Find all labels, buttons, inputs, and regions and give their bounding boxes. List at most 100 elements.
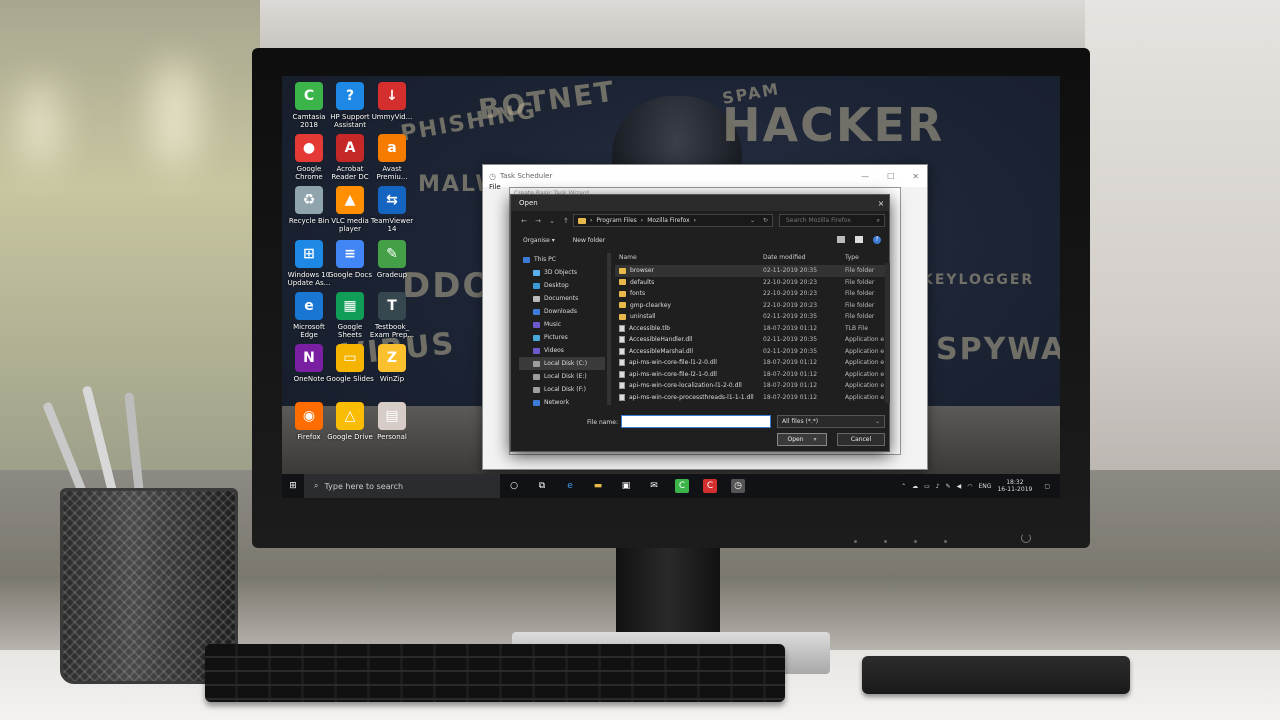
table-row[interactable]: api-ms-win-core-processthreads-l1-1-1.dl… <box>615 392 885 404</box>
cortana-icon[interactable]: ○ <box>507 479 521 493</box>
clock[interactable]: 18:32 16-11-2019 <box>997 479 1032 493</box>
network-icon[interactable]: ◠ <box>967 483 972 490</box>
tree-item[interactable]: Videos <box>519 344 605 357</box>
desktop-icon[interactable]: a Avast Premiu... <box>367 134 417 181</box>
open-file-dialog[interactable]: Open × ← → ⌄ ↑ › Program Files › Mozilla… <box>510 194 890 452</box>
table-row[interactable]: AccessibleMarshal.dll 02-11-2019 20:35 App… <box>615 346 885 358</box>
mail-icon[interactable]: ✉ <box>647 479 661 493</box>
close-icon[interactable]: ✕ <box>912 172 919 181</box>
chevron-down-icon[interactable]: ⌄ <box>545 217 559 225</box>
preview-pane-icon[interactable] <box>855 236 863 243</box>
open-dropdown-icon[interactable]: ▾ <box>814 436 817 443</box>
back-arrow-icon[interactable]: ← <box>517 217 531 225</box>
windows-start-icon[interactable]: ⊞ <box>282 474 304 498</box>
file-name: api-ms-win-core-localization-l1-2-0.dll <box>629 382 742 390</box>
close-icon[interactable]: × <box>873 199 889 208</box>
tree-item[interactable]: Downloads <box>519 305 605 318</box>
tree-item[interactable]: This PC <box>519 253 605 266</box>
table-row[interactable]: api-ms-win-core-file-l2-1-0.dll 18-07-201… <box>615 369 885 381</box>
volume-icon[interactable]: ◀ <box>957 483 962 490</box>
file-name-input[interactable] <box>621 415 771 428</box>
table-row[interactable]: api-ms-win-core-localization-l1-2-0.dll 1… <box>615 380 885 392</box>
task-scheduler-title: Task Scheduler <box>499 172 553 180</box>
tree-item[interactable]: Documents <box>519 292 605 305</box>
desktop-icon[interactable]: T Testbook_ Exam Prep... <box>367 292 417 339</box>
tree-item[interactable]: Local Disk (E:) <box>519 370 605 383</box>
microphone-icon[interactable]: ♪ <box>936 483 940 490</box>
desktop-icon[interactable]: ▤ Personal <box>367 402 417 441</box>
tree-item[interactable]: Desktop <box>519 279 605 292</box>
task-scheduler-titlebar[interactable]: ◷ Task Scheduler — ☐ ✕ <box>483 165 927 187</box>
chevron-down-icon[interactable]: ⌄ <box>750 217 755 224</box>
open-button[interactable]: Open ▾ <box>777 433 827 446</box>
desktop-icon-label: Testbook_ Exam Prep... <box>369 323 415 339</box>
table-row[interactable]: uninstall 02-11-2019 20:35 File folder <box>615 311 885 323</box>
up-arrow-icon[interactable]: ↑ <box>559 217 573 225</box>
desktop-icon-label: Gradeup <box>376 271 408 279</box>
table-row[interactable]: defaults 22-10-2019 20:23 File folder <box>615 277 885 289</box>
desktop-screen: BOTNET PHISHING SPAM HACKER MALW KEYLOGG… <box>282 76 1060 498</box>
store-icon[interactable]: ▣ <box>619 479 633 493</box>
column-header-type[interactable]: Type <box>845 254 885 261</box>
breadcrumb-mozilla-firefox[interactable]: Mozilla Firefox <box>647 217 689 224</box>
table-row[interactable]: AccessibleHandler.dll 02-11-2019 20:35 App… <box>615 334 885 346</box>
chevron-up-icon[interactable]: ⌃ <box>901 483 906 490</box>
app-icon: △ <box>336 402 364 430</box>
desktop-icon[interactable]: Z WinZip <box>367 344 417 383</box>
minimize-icon[interactable]: — <box>861 172 869 181</box>
language-indicator[interactable]: ENG <box>979 483 992 490</box>
table-row[interactable]: gmp-clearkey 22-10-2019 20:23 File folder <box>615 300 885 312</box>
file-name: defaults <box>630 278 655 286</box>
tree-item[interactable]: Pictures <box>519 331 605 344</box>
taskbar: ⊞ ⌕ Type here to search ○ ⧉ e ▬ ▣ ✉ C C … <box>282 474 1060 498</box>
power-icon <box>1021 533 1031 543</box>
recorder-icon[interactable]: C <box>703 479 717 493</box>
desktop-icon[interactable]: ✎ Gradeup <box>367 240 417 279</box>
refresh-icon[interactable]: ↻ <box>763 217 768 224</box>
organise-button[interactable]: Organise ▾ <box>523 237 555 244</box>
new-folder-button[interactable]: New folder <box>573 237 605 244</box>
edge-icon[interactable]: e <box>563 479 577 493</box>
forward-arrow-icon[interactable]: → <box>531 217 545 225</box>
cancel-button[interactable]: Cancel <box>837 433 885 446</box>
file-icon <box>619 347 625 355</box>
task-scheduler-icon[interactable]: ◷ <box>731 479 745 493</box>
address-bar[interactable]: › Program Files › Mozilla Firefox › ⌄ ↻ <box>573 214 773 227</box>
task-view-icon[interactable]: ⧉ <box>535 479 549 493</box>
cloud-icon[interactable]: ☁ <box>912 483 918 490</box>
background-ceiling <box>260 0 1085 50</box>
tree-item-label: Pictures <box>544 334 568 341</box>
app-icon: N <box>295 344 323 372</box>
breadcrumb-program-files[interactable]: Program Files <box>596 217 636 224</box>
file-list-scrollbar[interactable] <box>885 263 890 403</box>
pen-icon[interactable]: ✎ <box>946 483 951 490</box>
table-row[interactable]: fonts 22-10-2019 20:23 File folder <box>615 288 885 300</box>
tree-item[interactable]: 3D Objects <box>519 266 605 279</box>
notifications-icon[interactable]: ▢ <box>1044 483 1050 490</box>
table-row[interactable]: browser 02-11-2019 20:35 File folder <box>615 265 885 277</box>
search-input[interactable]: Search Mozilla Firefox ⌕ <box>779 214 885 227</box>
table-row[interactable]: Accessible.tlb 18-07-2019 01:12 TLB File <box>615 323 885 335</box>
column-header-name[interactable]: Name <box>615 254 763 261</box>
help-icon[interactable]: ? <box>873 236 881 244</box>
desktop-icon[interactable]: ⇆ TeamViewer 14 <box>367 186 417 233</box>
column-header-date[interactable]: Date modified <box>763 254 845 261</box>
desktop-icon[interactable]: ↓ UmmyVid... <box>367 82 417 121</box>
taskbar-search[interactable]: ⌕ Type here to search <box>304 474 500 498</box>
tree-item[interactable]: Music <box>519 318 605 331</box>
file-explorer-icon[interactable]: ▬ <box>591 479 605 493</box>
view-options-icon[interactable] <box>837 236 845 243</box>
folder-icon <box>619 290 626 297</box>
dialog-toolbar: Organise ▾ New folder ? <box>511 233 889 247</box>
menu-file[interactable]: File <box>489 183 501 191</box>
maximize-icon[interactable]: ☐ <box>887 172 894 181</box>
battery-icon[interactable]: ▭ <box>924 483 930 490</box>
tree-scrollbar[interactable] <box>607 253 611 405</box>
tree-item[interactable]: Local Disk (C:) <box>519 357 605 370</box>
table-row[interactable]: api-ms-win-core-file-l1-2-0.dll 18-07-201… <box>615 357 885 369</box>
tree-item[interactable]: Network <box>519 396 605 409</box>
tree-item[interactable]: Local Disk (F:) <box>519 383 605 396</box>
file-type-select[interactable]: All files (*.*) ⌄ <box>777 415 885 428</box>
dialog-titlebar[interactable]: Open × <box>511 195 889 211</box>
camtasia-icon[interactable]: C <box>675 479 689 493</box>
